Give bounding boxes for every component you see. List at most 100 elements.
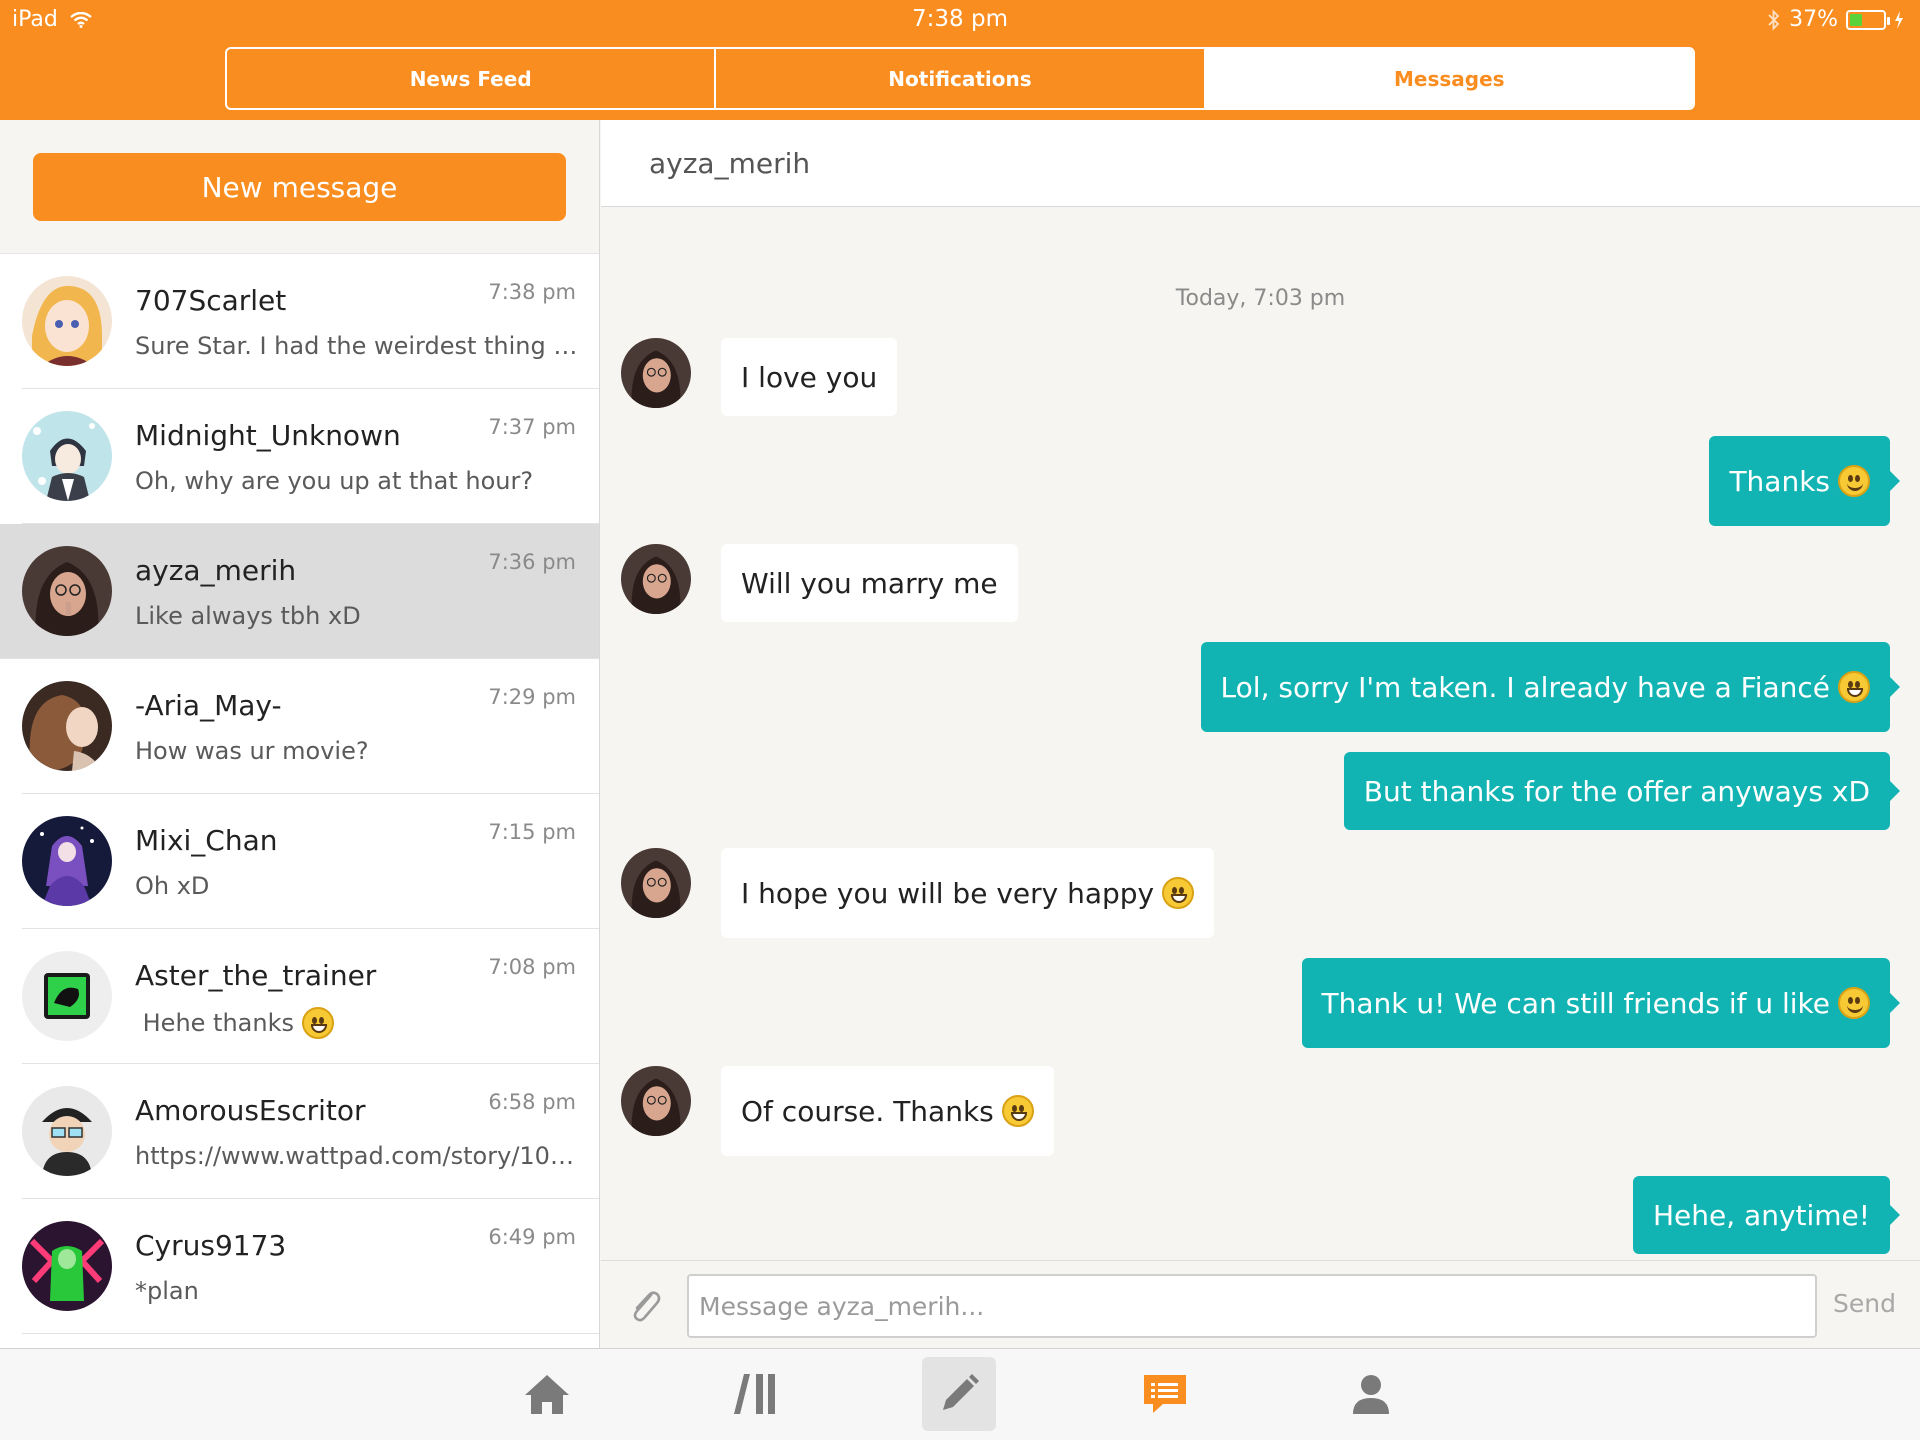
incoming-message: Will you marry me: [721, 544, 1018, 622]
paperclip-icon[interactable]: [625, 1285, 665, 1325]
conversation-sidebar: New message 707Scarlet 7:38 pm Sure Star…: [0, 120, 600, 1348]
messages-icon: [1144, 1375, 1186, 1413]
avatar: [22, 951, 112, 1041]
smile-emoji-icon: [1838, 465, 1870, 497]
tab-messages[interactable]: Messages: [1205, 49, 1693, 108]
profile-icon: [1353, 1375, 1389, 1414]
avatar: [22, 681, 112, 771]
message-composer: Send: [601, 1260, 1920, 1348]
conversation-preview: Oh, why are you up at that hour?: [135, 467, 534, 495]
tab-notifications[interactable]: Notifications: [716, 49, 1206, 108]
incoming-message: I love you: [721, 338, 898, 416]
status-bar: iPad 7:38 pm 37%: [0, 0, 1920, 40]
grin-emoji-icon: [1162, 877, 1195, 909]
bluetooth-icon: [1768, 8, 1780, 31]
top-tab-control: News Feed Notifications Messages: [225, 47, 1695, 110]
new-message-button[interactable]: New message: [33, 153, 566, 221]
conversation-time: 6:58 pm: [488, 1090, 576, 1114]
outgoing-message: But thanks for the offer anyways xD: [1343, 752, 1901, 830]
message-text: I love you: [741, 360, 878, 394]
message-input[interactable]: [687, 1274, 1817, 1338]
conversation-name: Midnight_Unknown: [135, 419, 401, 452]
conversation-preview: Sure Star. I had the weirdest thing happ…: [135, 332, 585, 360]
write-tab[interactable]: [922, 1357, 996, 1431]
avatar: [22, 1221, 112, 1311]
battery-icon: [1846, 9, 1890, 30]
conversation-item[interactable]: AmorousEscritor 6:58 pm https://www.watt…: [22, 1064, 599, 1199]
incoming-message: I hope you will be very happy: [721, 848, 1215, 938]
conversation-time: 7:38 pm: [488, 280, 576, 304]
message-text: I hope you will be very happy: [741, 876, 1155, 910]
message-text: Of course. Thanks: [741, 1094, 994, 1128]
grin-emoji-icon: [1838, 671, 1870, 703]
avatar: [22, 276, 112, 366]
grin-emoji-icon: [1001, 1095, 1034, 1127]
charging-icon: [1895, 10, 1903, 29]
conversation-item[interactable]: -Aria_May- 7:29 pm How was ur movie?: [22, 659, 599, 794]
conversation-name: ayza_merih: [135, 554, 297, 587]
chat-panel: ayza_merih Today, 7:03 pm I love you Tha…: [601, 120, 1920, 1348]
chat-header: ayza_merih: [601, 120, 1920, 207]
day-stamp: Today, 7:03 pm: [1175, 286, 1346, 311]
chat-title: ayza_merih: [649, 147, 811, 180]
avatar: [22, 411, 112, 501]
messages-tab[interactable]: [1128, 1357, 1202, 1431]
top-bar: iPad 7:38 pm 37% News Feed Notifications: [0, 0, 1920, 120]
conversation-item[interactable]: Mixi_Chan 7:15 pm Oh xD: [22, 794, 599, 929]
conversation-item-selected[interactable]: ayza_merih 7:36 pm Like always tbh xD: [0, 524, 599, 659]
sender-avatar: [621, 1066, 691, 1136]
incoming-message: Of course. Thanks: [721, 1066, 1054, 1156]
conversation-preview: Like always tbh xD: [135, 602, 361, 630]
avatar: [22, 546, 112, 636]
conversation-time: 7:36 pm: [488, 550, 576, 574]
outgoing-message: Lol, sorry I'm taken. I already have a F…: [1200, 642, 1901, 732]
send-button[interactable]: Send: [1833, 1289, 1896, 1318]
conversation-name: Cyrus9173: [135, 1229, 287, 1262]
clock: 7:38 pm: [912, 6, 1008, 32]
sender-avatar: [621, 544, 691, 614]
message-text: Will you marry me: [741, 566, 998, 600]
grin-emoji-icon: [302, 1007, 334, 1039]
smile-emoji-icon: [1838, 987, 1870, 1019]
message-text: Thanks: [1729, 464, 1830, 498]
conversation-time: 7:37 pm: [488, 415, 576, 439]
conversation-preview-text: Hehe thanks: [135, 1009, 294, 1037]
conversation-time: 7:29 pm: [488, 685, 576, 709]
conversation-item[interactable]: Cyrus9173 6:49 pm *plan: [22, 1199, 599, 1334]
home-tab[interactable]: [510, 1357, 584, 1431]
conversation-preview: *plan: [135, 1277, 199, 1305]
battery-fill: [1850, 13, 1862, 26]
conversation-item[interactable]: Aster_the_trainer 7:08 pm Hehe thanks: [22, 929, 599, 1064]
new-message-area: New message: [0, 120, 599, 254]
message-text: Lol, sorry I'm taken. I already have a F…: [1220, 670, 1830, 704]
conversation-preview: Hehe thanks: [135, 1007, 585, 1039]
tab-news-feed[interactable]: News Feed: [227, 49, 717, 108]
profile-tab[interactable]: [1334, 1357, 1408, 1431]
outgoing-message: Hehe, anytime!: [1632, 1176, 1901, 1254]
sender-avatar: [621, 848, 691, 918]
conversation-name: Aster_the_trainer: [135, 959, 377, 992]
library-icon: [734, 1374, 775, 1414]
conversation-name: -Aria_May-: [135, 689, 282, 722]
message-text: But thanks for the offer anyways xD: [1363, 774, 1870, 808]
conversation-item[interactable]: 707Scarlet 7:38 pm Sure Star. I had the …: [22, 254, 599, 389]
conversation-preview: How was ur movie?: [135, 737, 369, 765]
conversation-time: 7:15 pm: [488, 820, 576, 844]
sender-avatar: [621, 338, 691, 408]
library-tab[interactable]: [718, 1357, 792, 1431]
conversation-preview: Oh xD: [135, 872, 210, 900]
conversation-name: AmorousEscritor: [135, 1094, 366, 1127]
avatar: [22, 1086, 112, 1176]
outgoing-message: Thank u! We can still friends if u like: [1301, 958, 1901, 1048]
message-text: Thank u! We can still friends if u like: [1321, 986, 1830, 1020]
conversation-name: Mixi_Chan: [135, 824, 278, 857]
conversation-time: 6:49 pm: [488, 1225, 576, 1249]
outgoing-message: Thanks: [1709, 436, 1900, 526]
avatar: [22, 816, 112, 906]
conversation-time: 7:08 pm: [488, 955, 576, 979]
conversation-name: 707Scarlet: [135, 284, 287, 317]
home-icon: [525, 1375, 569, 1414]
conversation-item[interactable]: Midnight_Unknown 7:37 pm Oh, why are you…: [22, 389, 599, 524]
bottom-tab-bar: [0, 1348, 1920, 1440]
conversation-preview: https://www.wattpad.com/story/101864523: [135, 1142, 585, 1170]
